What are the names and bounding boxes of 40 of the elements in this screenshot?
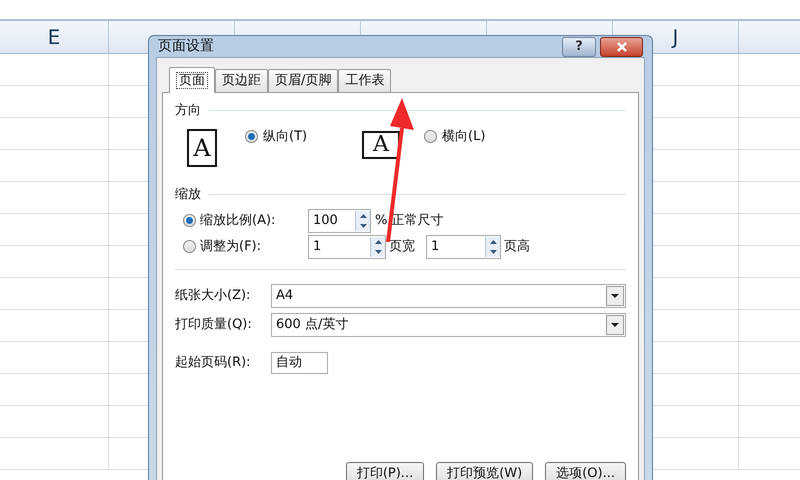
close-icon[interactable] xyxy=(616,42,628,52)
percent-label: % 正常尺寸 xyxy=(375,212,444,230)
tab[interactable]: 页眉/页脚 xyxy=(268,69,338,92)
dialog-button[interactable]: 打印(P)... xyxy=(346,462,424,480)
close-button[interactable] xyxy=(600,36,643,56)
field-label: 打印质量(Q): xyxy=(175,316,253,334)
tab[interactable]: 页面 xyxy=(169,67,215,93)
radio-label: 横向(L) xyxy=(442,128,486,146)
window-title: 页面设置 xyxy=(158,37,214,56)
number-field[interactable]: 1 xyxy=(426,234,501,258)
radio-label: 调整为(F): xyxy=(200,238,262,256)
section-heading: 方向 xyxy=(175,102,201,120)
tab[interactable]: 页边距 xyxy=(215,69,268,92)
pages-tall-label: 页高 xyxy=(504,238,530,256)
text-field[interactable]: 自动 xyxy=(271,352,328,374)
radio-button[interactable] xyxy=(183,240,196,253)
dropdown-field[interactable]: A4 xyxy=(271,284,626,308)
spinner-icon[interactable] xyxy=(355,210,370,230)
portrait-page-icon: A xyxy=(187,128,217,166)
spinner-icon[interactable] xyxy=(370,236,385,256)
dialog-button[interactable]: 选项(O)... xyxy=(545,462,626,480)
help-button[interactable]: ? xyxy=(562,36,596,56)
section-heading: 缩放 xyxy=(175,186,201,204)
tab[interactable]: 工作表 xyxy=(338,69,392,92)
number-field[interactable]: 100 xyxy=(308,208,371,232)
column-header[interactable]: J xyxy=(672,22,678,52)
field-label: 纸张大小(Z): xyxy=(175,287,252,306)
dropdown-field[interactable]: 600 点/英寸 xyxy=(271,313,626,337)
radio-button[interactable] xyxy=(183,214,196,227)
field-label: 起始页码(R): xyxy=(175,354,252,372)
radio-button[interactable] xyxy=(424,130,437,143)
pages-wide-label: 页宽 xyxy=(389,238,415,256)
landscape-page-icon: A xyxy=(362,130,400,158)
dialog-button[interactable]: 打印预览(W) xyxy=(436,462,534,480)
radio-button[interactable] xyxy=(245,130,258,143)
radio-label: 纵向(T) xyxy=(263,128,308,146)
spinner-icon[interactable] xyxy=(485,236,500,256)
column-header[interactable]: E xyxy=(48,22,60,52)
radio-label: 缩放比例(A): xyxy=(200,212,276,230)
number-field[interactable]: 1 xyxy=(308,234,386,258)
